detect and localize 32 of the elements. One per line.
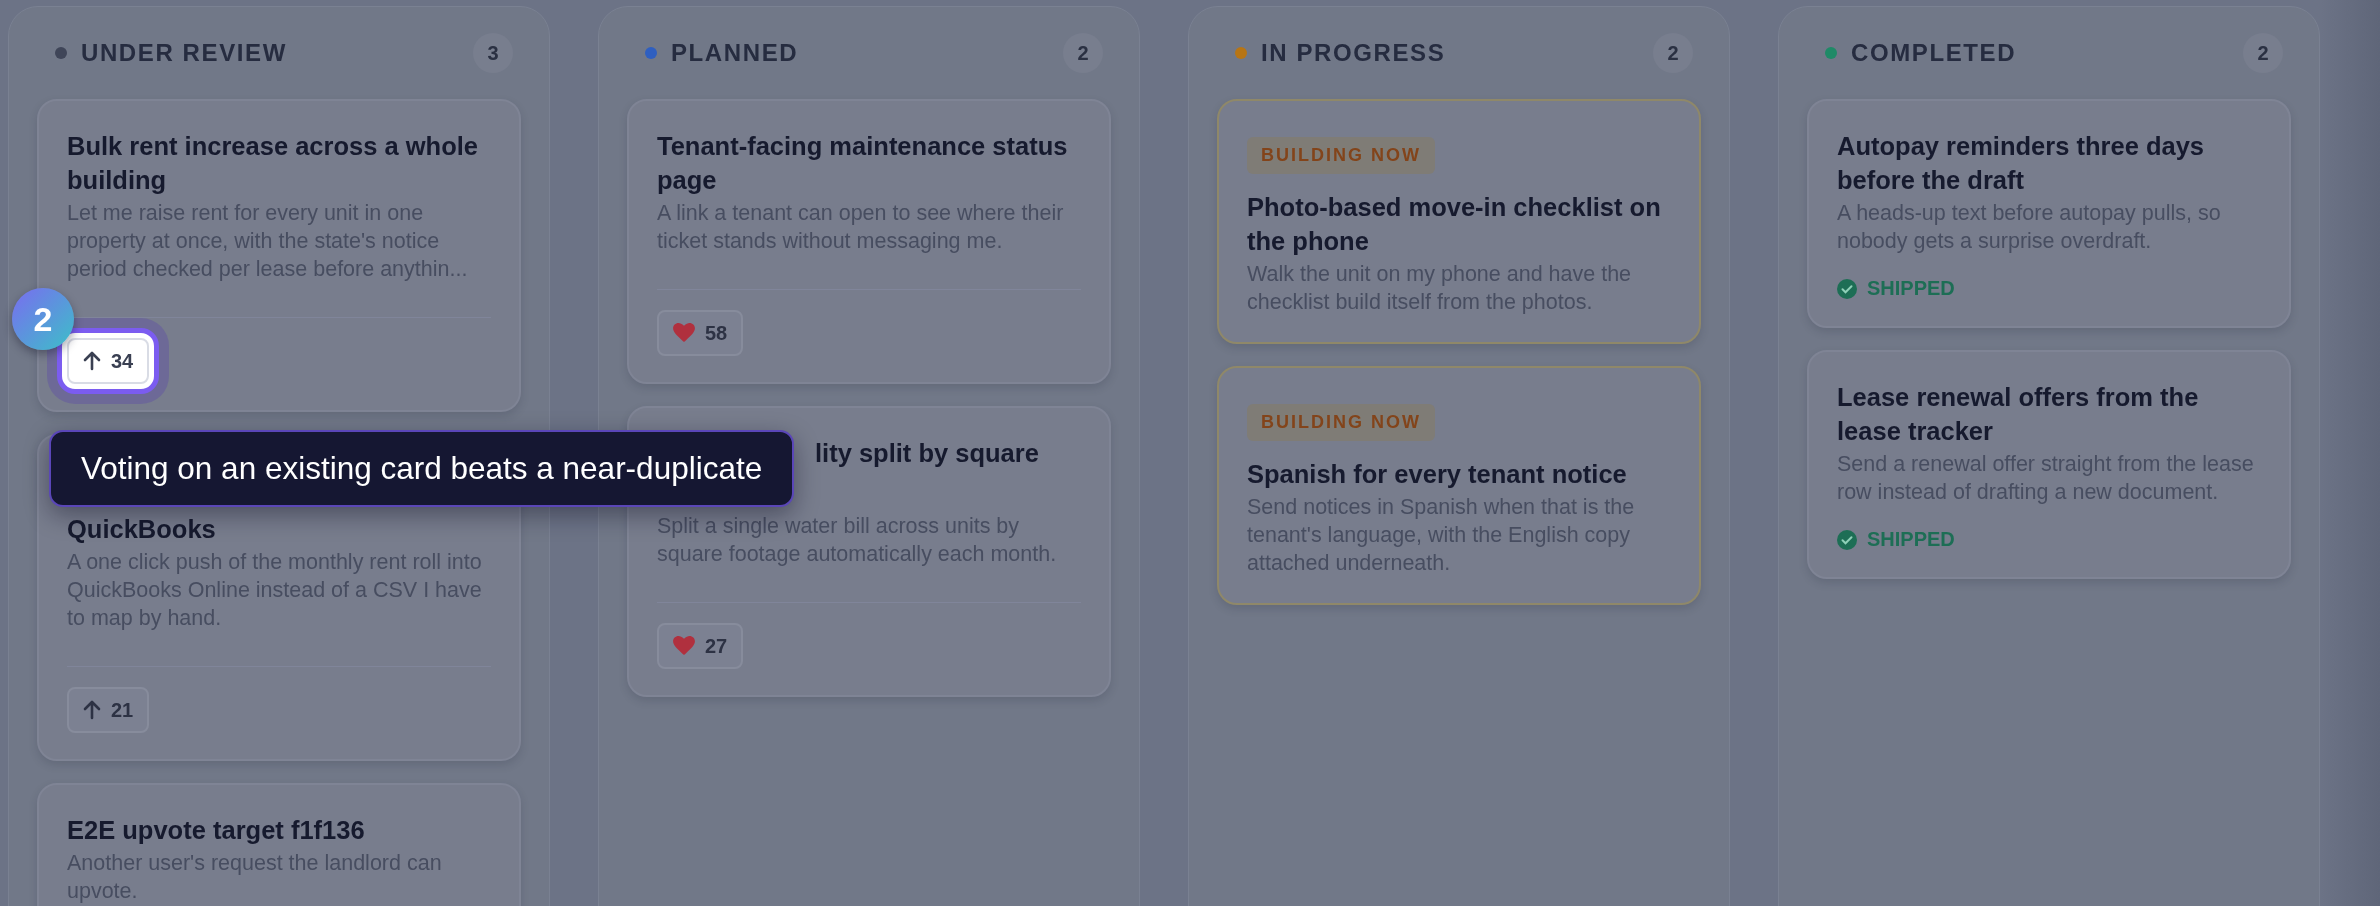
card-title: Spanish for every tenant notice: [1247, 459, 1628, 490]
column-title: UNDER REVIEW: [81, 39, 288, 67]
card-title: E2E upvote target f1f136: [67, 815, 366, 846]
check-circle-icon: [1837, 529, 1857, 550]
card-title: QuickBooks: [67, 514, 217, 545]
column-title: IN PROGRESS: [1261, 39, 1447, 67]
up-arrow-icon: [83, 351, 101, 371]
vote-button[interactable]: 21: [67, 687, 150, 733]
card-title: Tenant-facing maintenance status page: [657, 131, 1069, 196]
vote-button[interactable]: 58: [657, 310, 744, 356]
shipped-label: SHIPPED: [1867, 277, 1955, 300]
column-title: COMPLETED: [1851, 39, 2018, 67]
status-badge: BUILDING NOW: [1247, 137, 1435, 174]
heart-icon: [673, 636, 695, 656]
card-count: 3: [473, 33, 513, 73]
heart-icon: [673, 323, 695, 343]
card-title: Photo-based move-in checklist on the phone: [1247, 192, 1662, 257]
card-count: 2: [1653, 33, 1693, 73]
card-count: 2: [2243, 33, 2283, 73]
shipped-label: SHIPPED: [1867, 528, 1955, 551]
status-badge: BUILDING NOW: [1247, 404, 1435, 441]
up-arrow-icon: [83, 700, 101, 720]
card-title: lity split by square: [814, 438, 1040, 469]
tour-tooltip: Voting on an existing card beats a near-duplicate: [49, 430, 795, 507]
column-title: PLANNED: [671, 39, 800, 67]
check-circle-icon: [1837, 278, 1857, 299]
card-title: Bulk rent increase across a whole building: [67, 131, 479, 196]
vote-button[interactable]: 27: [657, 623, 744, 669]
card-title: Lease renewal offers from the lease tracker: [1837, 382, 2200, 447]
vote-button[interactable]: 34: [67, 338, 150, 384]
card-title: Autopay reminders three days before the draft: [1837, 131, 2206, 196]
card-count: 2: [1063, 33, 1103, 73]
